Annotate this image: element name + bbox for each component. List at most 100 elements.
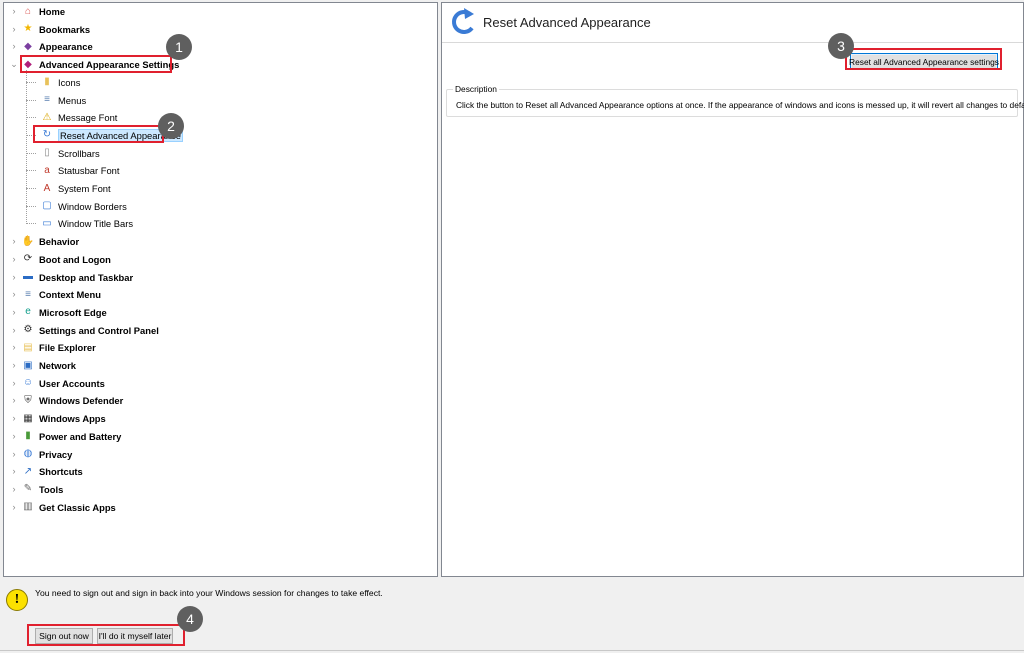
callout-badge-3: 3	[828, 33, 854, 59]
tree-subitem-scrollbars[interactable]: ▯ Scrollbars	[26, 145, 100, 162]
tree-item-label: Privacy	[39, 448, 73, 460]
chevron-right-icon[interactable]: ›	[10, 413, 18, 423]
chevron-right-icon[interactable]: ›	[10, 325, 18, 335]
tree-item-privacy[interactable]: › ◍ Privacy	[4, 446, 73, 463]
tree-item-windows-apps[interactable]: › ▦ Windows Apps	[4, 410, 106, 427]
tree-subitem-system-font[interactable]: A System Font	[26, 180, 111, 197]
chevron-right-icon[interactable]: ›	[10, 307, 18, 317]
tree-item-label: Windows Defender	[39, 395, 124, 407]
context-menu-icon: ≡	[25, 288, 31, 300]
tree-item-label: Shortcuts	[39, 466, 83, 478]
tree-item-network[interactable]: › ▣ Network	[4, 357, 77, 374]
tree-item-windows-defender[interactable]: › ⛨ Windows Defender	[4, 392, 124, 409]
callout-badge-4: 4	[177, 606, 203, 632]
tree-connector	[26, 152, 36, 154]
window-border-icon: ▢	[42, 200, 52, 212]
palette-advanced-icon: ◆	[24, 58, 32, 70]
edge-icon: e	[25, 306, 31, 318]
chevron-right-icon[interactable]: ›	[10, 289, 18, 299]
tree-item-power-and-battery[interactable]: › ▮ Power and Battery	[4, 428, 122, 445]
tree-item-label: Home	[39, 6, 66, 17]
desktop-icon: ▬	[23, 271, 33, 282]
chevron-right-icon[interactable]: ›	[10, 431, 18, 441]
tree-item-shortcuts[interactable]: › ↗ Shortcuts	[4, 463, 83, 480]
tree-item-boot-and-logon[interactable]: › ⟳ Boot and Logon	[4, 251, 111, 268]
tree-item-user-accounts[interactable]: › ☺ User Accounts	[4, 375, 105, 392]
sign-out-notice: You need to sign out and sign in back in…	[35, 588, 383, 598]
tree-connector	[26, 170, 36, 172]
chevron-right-icon[interactable]: ›	[10, 449, 18, 459]
chevron-right-icon[interactable]: ›	[10, 484, 18, 494]
description-text: Click the button to Reset all Advanced A…	[456, 100, 1024, 110]
tree-subitem-label: Message Font	[58, 112, 118, 124]
settings-tree[interactable]: › ⌂ Home › ★ Bookmarks › ◆ Appearance ⌄ ◆ Advanced …	[3, 2, 438, 577]
do-it-later-button[interactable]: I'll do it myself later	[97, 628, 173, 644]
page-title: Reset Advanced Appearance	[483, 15, 651, 30]
font-file-icon: a	[44, 164, 50, 176]
chevron-right-icon[interactable]: ›	[10, 272, 18, 282]
tree-item-label: Get Classic Apps	[39, 501, 116, 513]
chevron-right-icon[interactable]: ›	[10, 254, 18, 264]
menu-icon: ≡	[44, 94, 50, 105]
defender-icon: ⛨	[24, 394, 32, 406]
tree-connector	[26, 134, 36, 136]
tree-item-label: Advanced Appearance Settings	[39, 59, 180, 71]
tree-subitem-label: Window Title Bars	[58, 218, 134, 230]
chevron-right-icon[interactable]: ›	[10, 378, 18, 388]
tree-item-tools[interactable]: › ✎ Tools	[4, 481, 64, 498]
scrollbar-icon: ▯	[44, 147, 50, 159]
tree-item-get-classic-apps[interactable]: › ▥ Get Classic Apps	[4, 499, 116, 516]
sign-out-button[interactable]: Sign out now	[35, 628, 93, 644]
tree-item-advanced-appearance-settings[interactable]: ⌄ ◆ Advanced Appearance Settings	[4, 56, 179, 73]
chevron-right-icon[interactable]: ›	[10, 360, 18, 370]
tree-item-settings-and-control-panel[interactable]: › ⚙ Settings and Control Panel	[4, 322, 159, 339]
tree-item-bookmarks[interactable]: › ★ Bookmarks	[4, 21, 91, 38]
chevron-right-icon[interactable]: ›	[10, 502, 18, 512]
tree-item-microsoft-edge[interactable]: › e Microsoft Edge	[4, 304, 107, 321]
bottom-divider	[0, 650, 1024, 651]
chevron-right-icon[interactable]: ›	[10, 342, 18, 352]
tree-item-label: Context Menu	[39, 289, 101, 301]
behavior-icon: ✋	[21, 235, 35, 247]
chevron-down-icon[interactable]: ⌄	[10, 59, 18, 69]
apps-icon: ▦	[23, 412, 33, 424]
tree-subitem-label: Menus	[58, 94, 87, 106]
tree-item-home[interactable]: › ⌂ Home	[4, 3, 66, 20]
star-icon: ★	[23, 23, 33, 35]
tree-connector	[26, 117, 36, 119]
chevron-right-icon[interactable]: ›	[10, 41, 18, 51]
chevron-right-icon[interactable]: ›	[10, 6, 18, 16]
tree-item-label: Tools	[39, 483, 64, 495]
tree-subitem-window-title-bars[interactable]: ▭ Window Title Bars	[26, 215, 134, 232]
home-icon: ⌂	[24, 5, 32, 17]
callout-badge-2: 2	[158, 113, 184, 139]
tree-connector	[26, 223, 36, 225]
tree-item-label: Microsoft Edge	[39, 306, 107, 318]
tree-connector	[26, 205, 36, 207]
tree-subitem-menus[interactable]: ≡ Menus	[26, 92, 87, 109]
tree-item-file-explorer[interactable]: › ▤ File Explorer	[4, 339, 96, 356]
chevron-right-icon[interactable]: ›	[10, 395, 18, 405]
tree-item-label: User Accounts	[39, 377, 105, 389]
tree-subitem-window-borders[interactable]: ▢ Window Borders	[26, 198, 127, 215]
tree-subitem-message-font[interactable]: ⚠ Message Font	[26, 109, 118, 126]
reset-all-button[interactable]: Reset all Advanced Appearance settings	[849, 53, 999, 70]
user-icon: ☺	[22, 377, 34, 389]
tree-connector	[26, 81, 36, 83]
system-font-icon: A	[43, 182, 51, 194]
chevron-right-icon[interactable]: ›	[10, 24, 18, 34]
classic-apps-icon: ▥	[23, 501, 33, 513]
tree-subitem-label: System Font	[58, 183, 111, 194]
tree-item-desktop-and-taskbar[interactable]: › ▬ Desktop and Taskbar	[4, 269, 134, 286]
callout-badge-1: 1	[166, 34, 192, 60]
gear-icon: ⚙	[23, 324, 33, 336]
chevron-right-icon[interactable]: ›	[10, 466, 18, 476]
tree-subitem-statusbar-font[interactable]: a Statusbar Font	[26, 162, 120, 179]
tree-item-context-menu[interactable]: › ≡ Context Menu	[4, 286, 101, 303]
tree-subitem-label: Icons	[58, 76, 81, 88]
tree-item-label: Network	[39, 360, 76, 371]
tree-item-appearance[interactable]: › ◆ Appearance	[4, 38, 93, 55]
chevron-right-icon[interactable]: ›	[10, 236, 18, 246]
tree-subitem-icons[interactable]: ▮ Icons	[26, 74, 81, 91]
tree-item-behavior[interactable]: › ✋ Behavior	[4, 233, 80, 250]
